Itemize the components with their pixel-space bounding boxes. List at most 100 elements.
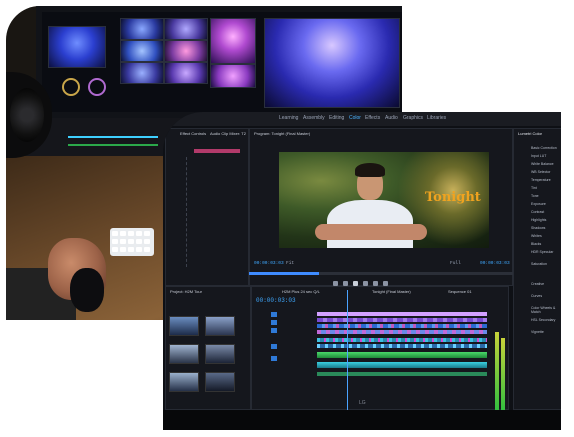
lumetri-white-balance[interactable]: White Balance (531, 162, 554, 166)
tab-assembly[interactable]: Assembly (303, 115, 325, 121)
video-clip[interactable] (317, 324, 487, 328)
speaker-cone (10, 88, 44, 142)
lumetri-curves[interactable]: Curves (531, 294, 542, 298)
selected-effect-row[interactable] (194, 149, 240, 153)
tab-learning[interactable]: Learning (279, 115, 298, 121)
video-clip[interactable] (317, 318, 487, 322)
duration-timecode: 00:00:03:03 (480, 261, 510, 266)
concert-thumbnail (164, 18, 208, 40)
timeline-track (68, 136, 158, 138)
key (144, 239, 150, 244)
key (136, 239, 142, 244)
key (120, 247, 126, 252)
track-target-toggle[interactable] (271, 344, 277, 349)
resolution-select[interactable]: Full (450, 261, 461, 266)
track-target-toggle[interactable] (271, 320, 277, 325)
lumetri-hsl-secondary[interactable]: HSL Secondary (531, 318, 555, 322)
timeline-panel: H2M Plus 24 sec Q/L Tonight (Final Maste… (251, 286, 509, 410)
concert-thumbnail (164, 62, 208, 84)
project-clip-thumbnail[interactable] (169, 344, 199, 364)
effect-controls-panel: Effect Controls Audio Clip Mixer: T2 (165, 128, 249, 286)
video-clip[interactable] (317, 338, 487, 342)
lumetri-basic-correction[interactable]: Basic Correction (531, 146, 557, 150)
audio-clip[interactable] (317, 344, 487, 348)
monitor-brand-logo: LG (359, 400, 366, 406)
project-clip-thumbnail[interactable] (205, 316, 235, 336)
audio-clip[interactable] (317, 362, 487, 368)
fit-select[interactable]: Fit (286, 261, 294, 266)
audio-clip[interactable] (317, 372, 487, 376)
effect-controls-title[interactable]: Effect Controls (180, 131, 206, 136)
project-clip-thumbnail[interactable] (205, 372, 235, 392)
lumetri-wb-selector[interactable]: WB Selector (531, 170, 550, 174)
program-timecode[interactable]: 00:00:03:03 (254, 261, 284, 266)
tab-color[interactable]: Color (349, 115, 361, 121)
concert-main-viewer (264, 18, 400, 108)
sequence-tab-1[interactable]: H2M Plus 24 sec Q/L (282, 289, 320, 294)
key (128, 247, 134, 252)
concert-thumbnail (164, 40, 208, 62)
concert-thumbnail (120, 40, 164, 62)
lumetri-blacks[interactable]: Blacks (531, 242, 541, 246)
key (128, 239, 134, 244)
subject-hair (355, 163, 385, 177)
project-panel-title[interactable]: Project: H2M Tour (170, 289, 202, 294)
sequence-tab-3[interactable]: Sequence 01 (448, 289, 472, 294)
track-target-toggle[interactable] (271, 356, 277, 361)
concert-thumbnail (48, 26, 106, 68)
tab-audio[interactable]: Audio (385, 115, 398, 121)
video-clip[interactable] (317, 312, 487, 316)
lumetri-vignette[interactable]: Vignette (531, 330, 544, 334)
tab-libraries[interactable]: Libraries (427, 115, 446, 121)
program-monitor-title[interactable]: Program: Tonight (Final Master) (254, 131, 310, 136)
back-monitor (36, 6, 402, 118)
video-clip[interactable] (317, 330, 487, 334)
track-target-toggle[interactable] (271, 312, 277, 317)
monitor-bezel (163, 410, 561, 430)
front-editing-monitor-photo: Learning Assembly Editing Color Effects … (163, 112, 561, 430)
concert-thumbnail (210, 18, 256, 64)
key (120, 231, 126, 236)
project-clip-thumbnail[interactable] (205, 344, 235, 364)
lumetri-tint[interactable]: Tint (531, 186, 537, 190)
lumetri-contrast[interactable]: Contrast (531, 210, 544, 214)
lumetri-tone[interactable]: Tone (531, 194, 539, 198)
key (136, 247, 142, 252)
audio-clip-mixer-title[interactable]: Audio Clip Mixer: T2 (210, 131, 246, 136)
back-monitor-screen (42, 12, 402, 112)
tab-graphics[interactable]: Graphics (403, 115, 423, 121)
key (136, 231, 142, 236)
audio-meter-left (495, 332, 499, 412)
scrubber-progress (249, 272, 319, 275)
project-clip-thumbnail[interactable] (169, 372, 199, 392)
playback-scrubber[interactable] (249, 272, 519, 275)
key (112, 247, 118, 252)
program-viewer-frame: Tonight (279, 152, 489, 248)
title-overlay-text: Tonight (425, 190, 481, 205)
lumetri-highlights[interactable]: Highlights (531, 218, 546, 222)
tab-effects[interactable]: Effects (365, 115, 380, 121)
lumetri-shadows[interactable]: Shadows (531, 226, 545, 230)
lumetri-input-lut[interactable]: Input LUT (531, 154, 546, 158)
timeline-playhead[interactable] (347, 290, 348, 410)
color-scope-icon (62, 78, 80, 96)
lumetri-saturation[interactable]: Saturation (531, 262, 547, 266)
lumetri-title[interactable]: Lumetri Color (518, 131, 542, 136)
audio-clip[interactable] (317, 352, 487, 358)
sequence-tab-2[interactable]: Tonight (Final Master) (372, 289, 411, 294)
keyboard (110, 228, 154, 256)
lumetri-creative[interactable]: Creative (531, 282, 544, 286)
lumetri-whites[interactable]: Whites (531, 234, 542, 238)
lumetri-exposure[interactable]: Exposure (531, 202, 546, 206)
project-clip-thumbnail[interactable] (169, 316, 199, 336)
lumetri-temperature[interactable]: Temperature (531, 178, 551, 182)
track-target-toggle[interactable] (271, 328, 277, 333)
tab-editing[interactable]: Editing (329, 115, 344, 121)
fx-keyframe-column (186, 157, 193, 267)
key (112, 239, 118, 244)
mouse (70, 268, 104, 312)
workspace-bar: Learning Assembly Editing Color Effects … (163, 112, 561, 126)
lumetri-color-wheels[interactable]: Color Wheels & Match (531, 306, 561, 314)
lumetri-hdr-specular[interactable]: HDR Specular (531, 250, 553, 254)
timeline-timecode[interactable]: 00:00:03:03 (256, 297, 296, 304)
